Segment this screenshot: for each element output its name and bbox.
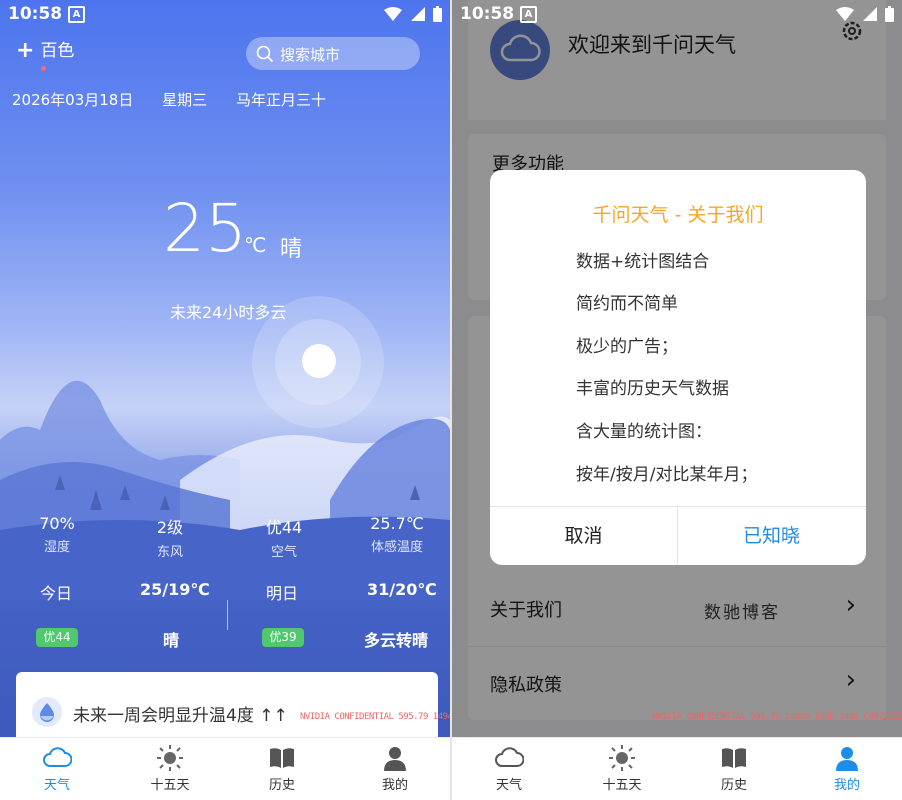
air-quality-stat: 优44 空气 <box>239 514 329 560</box>
book-icon <box>270 748 294 768</box>
air-quality-label: 空气 <box>270 545 297 560</box>
notification-icon: A <box>520 6 537 23</box>
bottom-tab-bar: 天气 十五天 历史 我的 <box>452 737 902 800</box>
weekday: 星期三 <box>162 91 208 109</box>
feels-like-value: 25.7℃ <box>370 514 424 533</box>
battery-icon <box>433 6 442 22</box>
current-temperature: 25 <box>163 190 247 267</box>
water-drop-icon <box>32 697 62 727</box>
today-label: 今日 <box>40 584 73 603</box>
person-icon <box>384 747 406 771</box>
humidity-label: 湿度 <box>43 540 70 555</box>
humidity-value: 70% <box>39 514 75 533</box>
cancel-button[interactable]: 取消 <box>490 507 678 565</box>
tab-history[interactable]: 历史 <box>694 744 774 793</box>
city-name: 百色 <box>40 41 75 61</box>
battery-icon <box>885 6 894 22</box>
dialog-line: 丰富的历史天气数据 <box>576 379 729 399</box>
notification-icon: A <box>68 6 85 23</box>
dialog-line: 简约而不简单 <box>576 294 678 314</box>
status-bar: 10:58 A <box>0 0 450 28</box>
tab-fifteen-days[interactable]: 十五天 <box>582 744 662 793</box>
feels-like-label: 体感温度 <box>370 540 423 555</box>
date-row: 2026年03月18日 星期三 马年正月三十 <box>12 89 350 110</box>
tab-weather-label: 天气 <box>43 778 70 793</box>
signal-icon <box>410 7 425 21</box>
tab-me-label: 我的 <box>833 778 860 793</box>
cloud-icon <box>495 747 525 767</box>
dialog-line: 极少的广告； <box>576 337 678 357</box>
gregorian-date: 2026年03月18日 <box>12 91 134 109</box>
search-icon <box>256 45 274 63</box>
tab-fifteen-days-label: 十五天 <box>150 778 190 793</box>
city-search-input[interactable]: 搜索城市 <box>246 37 420 70</box>
current-condition: 晴 <box>280 237 303 262</box>
tab-history-label: 历史 <box>720 778 747 793</box>
weather-screen: 10:58 A + 百色 搜索城市 2026年03月18日 星期三 马年正月三十 … <box>0 0 450 800</box>
signal-icon <box>862 7 877 21</box>
dialog-line: 含大量的统计图： <box>576 422 712 442</box>
status-time: 10:58 <box>8 4 63 24</box>
today-aqi-badge: 优44 <box>36 628 78 647</box>
confidential-watermark: NVIDIA CONFIDENTIAL 595.79 14940 IOSE 24… <box>652 712 902 722</box>
person-icon <box>836 747 858 771</box>
tab-weather-label: 天气 <box>495 778 522 793</box>
sun-outline-icon <box>609 745 635 771</box>
trend-notice-text: 未来一周会明显升温4度 ↑↑ <box>73 706 288 726</box>
bottom-tab-bar: 天气 十五天 历史 我的 <box>0 737 450 800</box>
wifi-icon <box>836 7 855 21</box>
system-icons <box>381 4 442 24</box>
tab-weather[interactable]: 天气 <box>17 744 97 793</box>
air-quality-value: 优44 <box>265 518 303 537</box>
status-time: 10:58 <box>460 4 515 24</box>
plus-icon: + <box>16 38 35 63</box>
tomorrow-aqi-badge: 优39 <box>262 628 304 647</box>
today-condition: 晴 <box>163 631 180 650</box>
today-temp-range: 25/19℃ <box>140 580 210 599</box>
status-bar: 10:58 A <box>452 0 902 28</box>
lunar-date: 马年正月三十 <box>235 91 326 109</box>
tab-me-label: 我的 <box>381 778 408 793</box>
tab-me[interactable]: 我的 <box>807 744 887 793</box>
dialog-title: 千问天气 - 关于我们 <box>592 204 764 226</box>
tab-fifteen-days-label: 十五天 <box>602 778 642 793</box>
tomorrow-label: 明日 <box>266 584 299 603</box>
dialog-line: 数据+统计图结合 <box>576 252 710 272</box>
tab-history-label: 历史 <box>268 778 295 793</box>
trend-notice-card[interactable]: 未来一周会明显升温4度 ↑↑ <box>16 672 438 742</box>
cloud-icon <box>43 747 73 767</box>
tab-history[interactable]: 历史 <box>242 744 322 793</box>
system-icons <box>833 4 894 24</box>
humidity-stat: 70% 湿度 <box>12 514 102 555</box>
tab-me[interactable]: 我的 <box>355 744 435 793</box>
search-placeholder: 搜索城市 <box>280 46 341 64</box>
dialog-line: 按年/按月/对比某年月； <box>576 465 758 485</box>
wind-stat: 2级 东风 <box>125 514 215 560</box>
day-divider <box>227 600 228 630</box>
mountain-illustration <box>0 380 450 600</box>
acknowledge-button[interactable]: 已知晓 <box>678 507 865 565</box>
temperature-unit: ℃ <box>244 233 267 257</box>
tomorrow-condition: 多云转晴 <box>364 631 429 650</box>
blog-signature-text: 数驰博客 <box>704 603 780 623</box>
tab-fifteen-days[interactable]: 十五天 <box>130 744 210 793</box>
feels-like-stat: 25.7℃ 体感温度 <box>352 514 442 555</box>
confidential-watermark: NVIDIA CONFIDENTIAL 595.79 14940 IOSE 24… <box>300 712 450 722</box>
book-icon <box>722 748 746 768</box>
sun-outline-icon <box>157 745 183 771</box>
about-dialog: 千问天气 - 关于我们 数据+统计图结合 简约而不简单 极少的广告； 丰富的历史… <box>490 170 866 565</box>
tomorrow-temp-range: 31/20℃ <box>367 580 437 599</box>
tab-weather[interactable]: 天气 <box>469 744 549 793</box>
location-dot-indicator <box>41 66 46 71</box>
profile-screen: 欢迎来到千问天气 更多功能 关于我们 › 隐私政策 › 10:58 A 千问天气… <box>452 0 902 800</box>
wind-value: 2级 <box>156 518 184 537</box>
dialog-buttons: 取消 已知晓 <box>490 506 866 565</box>
add-city-button[interactable]: + 百色 <box>16 36 74 63</box>
wind-label: 东风 <box>156 545 183 560</box>
wifi-icon <box>384 7 403 21</box>
